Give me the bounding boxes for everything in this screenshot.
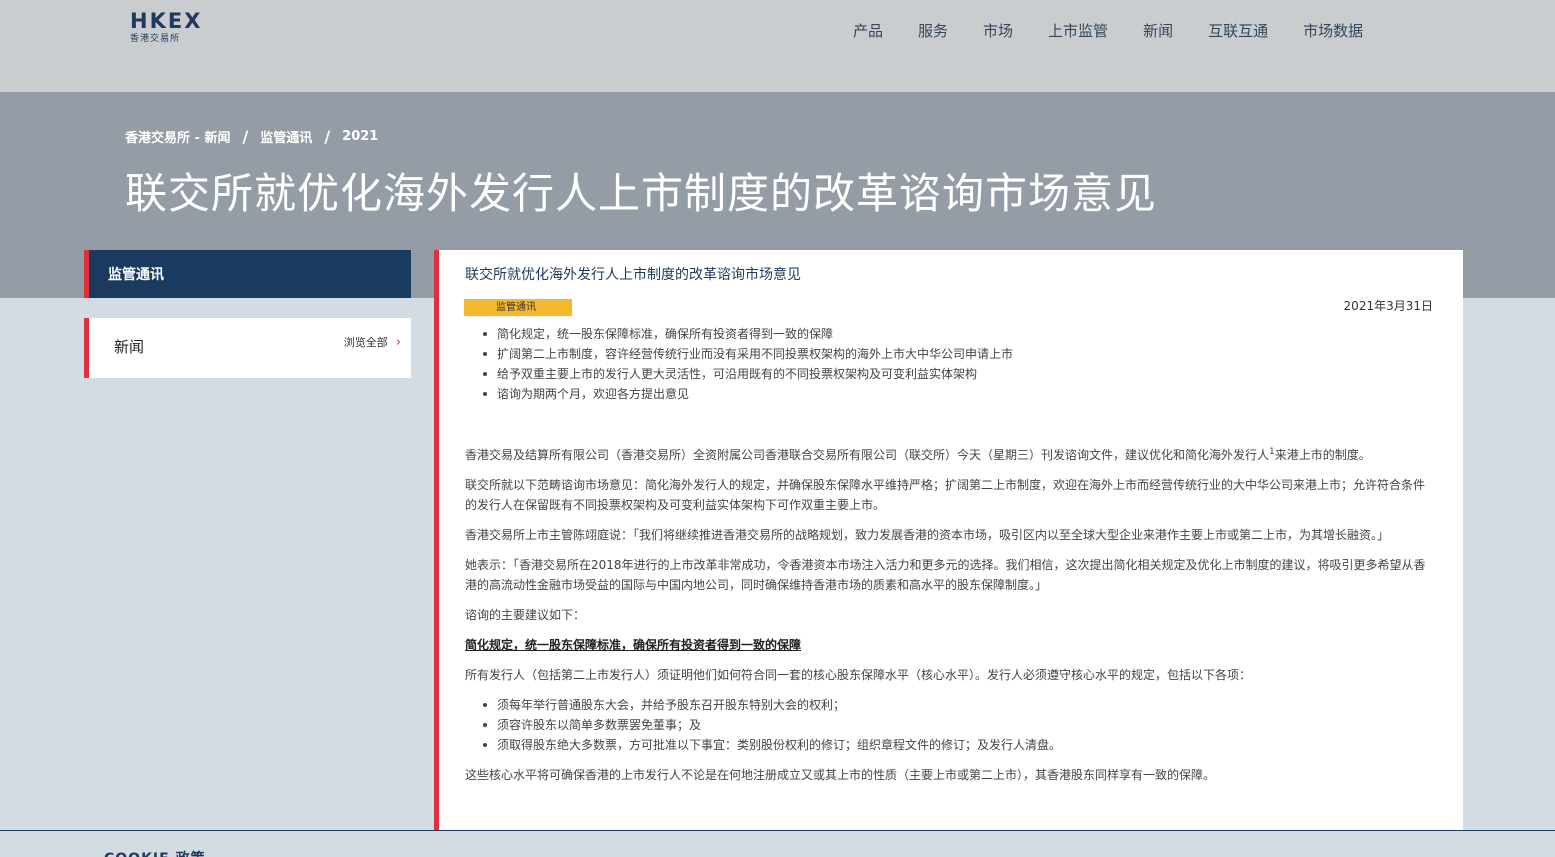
- breadcrumb-regulatory[interactable]: 监管通讯: [260, 127, 312, 146]
- nav-services[interactable]: 服务: [918, 20, 948, 42]
- cookie-policy-label[interactable]: COOKIE 政策: [104, 848, 206, 857]
- nav-market[interactable]: 市场: [983, 20, 1013, 42]
- main-nav: 产品 服务 市场 上市监管 新闻 互联互通 市场数据: [853, 20, 1398, 42]
- browse-all-label: 浏览全部: [343, 336, 388, 349]
- browse-all-link[interactable]: 浏览全部 ›: [344, 334, 401, 350]
- category-tag[interactable]: 监管通讯: [464, 299, 572, 316]
- paragraph: 谘询的主要建议如下：: [465, 608, 586, 622]
- paragraph: 香港交易所上市主管陈翊庭说：「我们将继续推进香港交易所的战略规划，致力发展香港的…: [465, 528, 1390, 542]
- highlights-list: 简化规定，统一股东保障标准，确保所有投资者得到一致的保障 扩阔第二上市制度，容许…: [481, 324, 1013, 404]
- list-item: 给予双重主要上市的发行人更大灵活性，可沿用既有的不同投票权架构及可变利益实体架构: [481, 364, 1013, 384]
- sidebar-item-label: 监管通讯: [108, 267, 164, 283]
- chevron-right-icon: ›: [395, 334, 401, 350]
- nav-products[interactable]: 产品: [853, 20, 883, 42]
- core-standards-list: 须每年举行普通股东大会，并给予股东召开股东特别大会的权利； 须容许股东以简单多数…: [481, 695, 1435, 755]
- paragraph: 她表示：「香港交易所在2018年进行的上市改革非常成功，令香港资本市场注入活力和…: [465, 558, 1426, 592]
- page-title: 联交所就优化海外发行人上市制度的改革谘询市场意见: [125, 169, 1158, 218]
- top-header: HKEX 香港交易所 产品 服务 市场 上市监管 新闻 互联互通 市场数据: [0, 0, 1555, 92]
- breadcrumb-separator: /: [324, 127, 331, 146]
- section-heading: 简化规定，统一股东保障标准，确保所有投资者得到一致的保障: [465, 638, 802, 652]
- list-item: 谘询为期两个月，欢迎各方提出意见: [481, 384, 1013, 404]
- breadcrumb: 香港交易所 - 新闻 / 监管通讯 / 2021: [125, 127, 378, 146]
- article-date: 2021年3月31日: [1343, 299, 1433, 313]
- paragraph-text: 香港交易及结算所有限公司（香港交易所）全资附属公司香港联合交易所有限公司（联交所…: [465, 448, 1270, 462]
- logo-wordmark: HKEX: [130, 9, 203, 33]
- paragraph: 香港交易及结算所有限公司（香港交易所）全资附属公司香港联合交易所有限公司（联交所…: [465, 442, 1435, 465]
- sidebar-item-news[interactable]: 新闻 浏览全部 ›: [84, 318, 411, 378]
- nav-market-data[interactable]: 市场数据: [1303, 20, 1363, 42]
- nav-connect[interactable]: 互联互通: [1208, 20, 1268, 42]
- list-item: 扩阔第二上市制度，容许经营传统行业而没有采用不同投票权架构的海外上市大中华公司申…: [481, 344, 1013, 364]
- logo-subtitle: 香港交易所: [130, 34, 181, 44]
- list-item: 须取得股东绝大多数票，方可批准以下事宜：类别股份权利的修订；组织章程文件的修订；…: [481, 735, 1435, 755]
- article-title: 联交所就优化海外发行人上市制度的改革谘询市场意见: [465, 267, 801, 283]
- nav-listing[interactable]: 上市监管: [1048, 20, 1108, 42]
- breadcrumb-news[interactable]: 香港交易所 - 新闻: [125, 127, 230, 146]
- list-item: 简化规定，统一股东保障标准，确保所有投资者得到一致的保障: [481, 324, 1013, 344]
- sidebar-item-regulatory[interactable]: 监管通讯: [84, 250, 411, 298]
- list-item: 须容许股东以简单多数票罢免董事；及: [481, 715, 1435, 735]
- breadcrumb-separator: /: [242, 127, 249, 146]
- paragraph: 这些核心水平将可确保香港的上市发行人不论是在何地注册成立又或其上市的性质（主要上…: [465, 768, 1216, 782]
- paragraph-text: 来港上市的制度。: [1274, 448, 1371, 462]
- paragraph: 联交所就以下范畴谘询市场意见：简化海外发行人的规定，并确保股东保障水平维持严格；…: [465, 478, 1426, 512]
- cookie-policy-bar: COOKIE 政策: [0, 830, 1555, 857]
- paragraph: 所有发行人（包括第二上市发行人）须证明他们如何符合同一套的核心股东保障水平（核心…: [465, 668, 1252, 682]
- nav-news[interactable]: 新闻: [1143, 20, 1173, 42]
- list-item: 须每年举行普通股东大会，并给予股东召开股东特别大会的权利；: [481, 695, 1435, 715]
- sidebar-item-label: 新闻: [114, 338, 145, 356]
- hkex-logo[interactable]: HKEX 香港交易所: [130, 10, 220, 50]
- article-card: 联交所就优化海外发行人上市制度的改革谘询市场意见 监管通讯 2021年3月31日…: [434, 250, 1463, 830]
- article-body: 香港交易及结算所有限公司（香港交易所）全资附属公司香港联合交易所有限公司（联交所…: [465, 442, 1435, 795]
- breadcrumb-year[interactable]: 2021: [342, 129, 378, 144]
